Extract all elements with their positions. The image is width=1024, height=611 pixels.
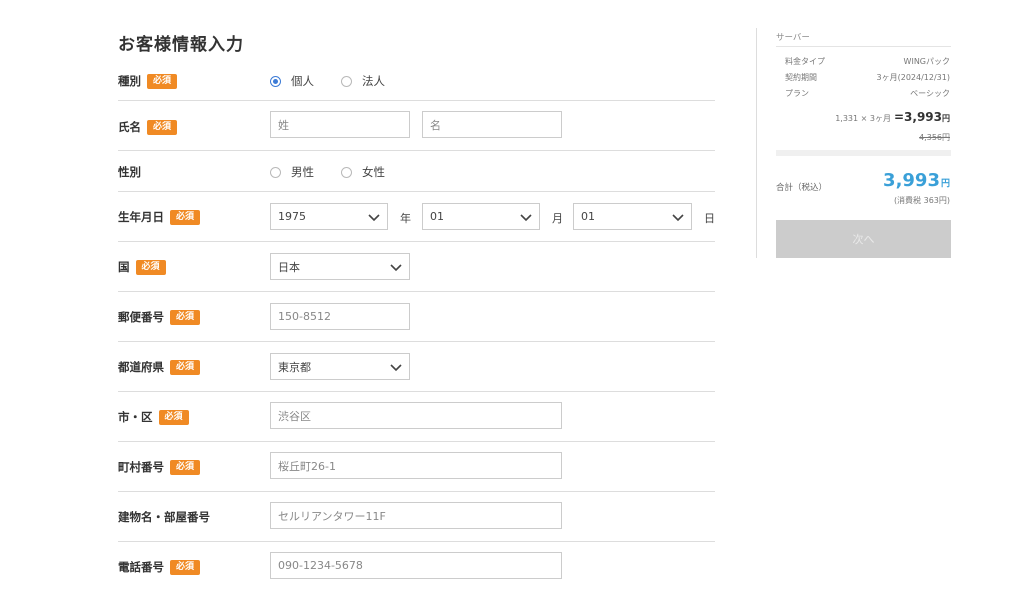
chevron-down-icon <box>368 214 380 222</box>
required-badge: 必須 <box>170 209 201 225</box>
radio-unchecked-icon[interactable] <box>270 166 281 178</box>
birth-month-select[interactable]: 01 <box>422 203 540 230</box>
required-badge: 必須 <box>170 459 201 475</box>
first-name-input[interactable]: 名 <box>422 111 562 138</box>
order-summary: サーバー 料金タイプ WINGパック 契約期間 3ヶ月(2024/12/31) … <box>756 28 951 258</box>
country-label: 国 <box>118 260 130 274</box>
type-radio-individual[interactable]: 個人 <box>270 73 314 89</box>
birth-year-select[interactable]: 1975 <box>270 203 388 230</box>
summary-key-type: 料金タイプ <box>785 57 825 66</box>
type-radio-group: 個人 法人 <box>270 73 412 89</box>
row-country: 国 必須 日本 <box>118 242 715 292</box>
type-label: 種別 <box>118 74 141 88</box>
city-input[interactable]: 渋谷区 <box>270 402 562 429</box>
town-input[interactable]: 桜丘町26-1 <box>270 452 562 479</box>
row-phone: 電話番号 必須 090-1234-5678 <box>118 542 715 592</box>
row-town: 町村番号 必須 桜丘町26-1 <box>118 442 715 492</box>
next-button[interactable]: 次へ <box>776 220 951 258</box>
required-badge: 必須 <box>147 119 178 135</box>
total-price: 3,993 円 <box>883 170 950 191</box>
row-gender: 性別 男性 女性 <box>118 151 715 192</box>
type-radio-corporate[interactable]: 法人 <box>341 73 385 89</box>
chevron-down-icon <box>390 364 402 372</box>
row-birthdate: 生年月日 必須 1975 年 01 月 01 日 <box>118 192 715 242</box>
row-type: 種別 必須 個人 法人 <box>118 60 715 101</box>
country-select[interactable]: 日本 <box>270 253 410 280</box>
required-badge: 必須 <box>135 259 166 275</box>
gender-radio-female[interactable]: 女性 <box>341 164 385 180</box>
summary-value-type: WINGパック <box>903 57 950 66</box>
summary-key-plan: プラン <box>785 89 809 98</box>
year-unit: 年 <box>400 212 411 225</box>
phone-label: 電話番号 <box>118 560 164 574</box>
divider <box>776 46 951 47</box>
summary-title: サーバー <box>776 33 810 43</box>
building-label: 建物名・部屋番号 <box>118 510 210 524</box>
prefecture-select[interactable]: 東京都 <box>270 353 410 380</box>
summary-value-period: 3ヶ月(2024/12/31) <box>876 73 950 82</box>
birthdate-label: 生年月日 <box>118 210 164 224</box>
summary-value-plan: ベーシック <box>910 89 950 98</box>
chevron-down-icon <box>520 214 532 222</box>
summary-divider-bar <box>776 150 951 156</box>
required-badge: 必須 <box>170 359 201 375</box>
required-badge: 必須 <box>147 73 178 89</box>
price-calculation: 1,331 × 3ヶ月 =3,993 円 <box>835 110 950 124</box>
last-name-input[interactable]: 姓 <box>270 111 410 138</box>
tax-note: (消費税 363円) <box>893 196 950 205</box>
radio-unchecked-icon[interactable] <box>341 75 352 87</box>
gender-radio-male[interactable]: 男性 <box>270 164 314 180</box>
required-badge: 必須 <box>170 559 201 575</box>
total-label: 合計（税込） <box>776 183 828 193</box>
radio-unchecked-icon[interactable] <box>341 166 352 178</box>
row-prefecture: 都道府県 必須 東京都 <box>118 342 715 392</box>
gender-radio-group: 男性 女性 <box>270 164 412 180</box>
chevron-down-icon <box>390 264 402 272</box>
city-label: 市・区 <box>118 410 153 424</box>
phone-input[interactable]: 090-1234-5678 <box>270 552 562 579</box>
row-postal: 郵便番号 必須 150-8512 <box>118 292 715 342</box>
summary-key-period: 契約期間 <box>785 73 817 82</box>
chevron-down-icon <box>672 214 684 222</box>
required-badge: 必須 <box>158 409 189 425</box>
town-label: 町村番号 <box>118 460 164 474</box>
prefecture-label: 都道府県 <box>118 360 164 374</box>
name-label: 氏名 <box>118 120 141 134</box>
original-price: 4,356円 <box>919 133 950 142</box>
row-building: 建物名・部屋番号 セルリアンタワー11F <box>118 492 715 542</box>
month-unit: 月 <box>552 212 563 225</box>
postal-label: 郵便番号 <box>118 310 164 324</box>
birth-day-select[interactable]: 01 <box>573 203 692 230</box>
row-name: 氏名 必須 姓 名 <box>118 101 715 151</box>
page-title: お客様情報入力 <box>118 35 244 55</box>
required-badge: 必須 <box>170 309 201 325</box>
postal-code-input[interactable]: 150-8512 <box>270 303 410 330</box>
row-city: 市・区 必須 渋谷区 <box>118 392 715 442</box>
day-unit: 日 <box>704 212 715 225</box>
radio-checked-icon[interactable] <box>270 75 281 87</box>
building-input[interactable]: セルリアンタワー11F <box>270 502 562 529</box>
gender-label: 性別 <box>118 165 141 179</box>
